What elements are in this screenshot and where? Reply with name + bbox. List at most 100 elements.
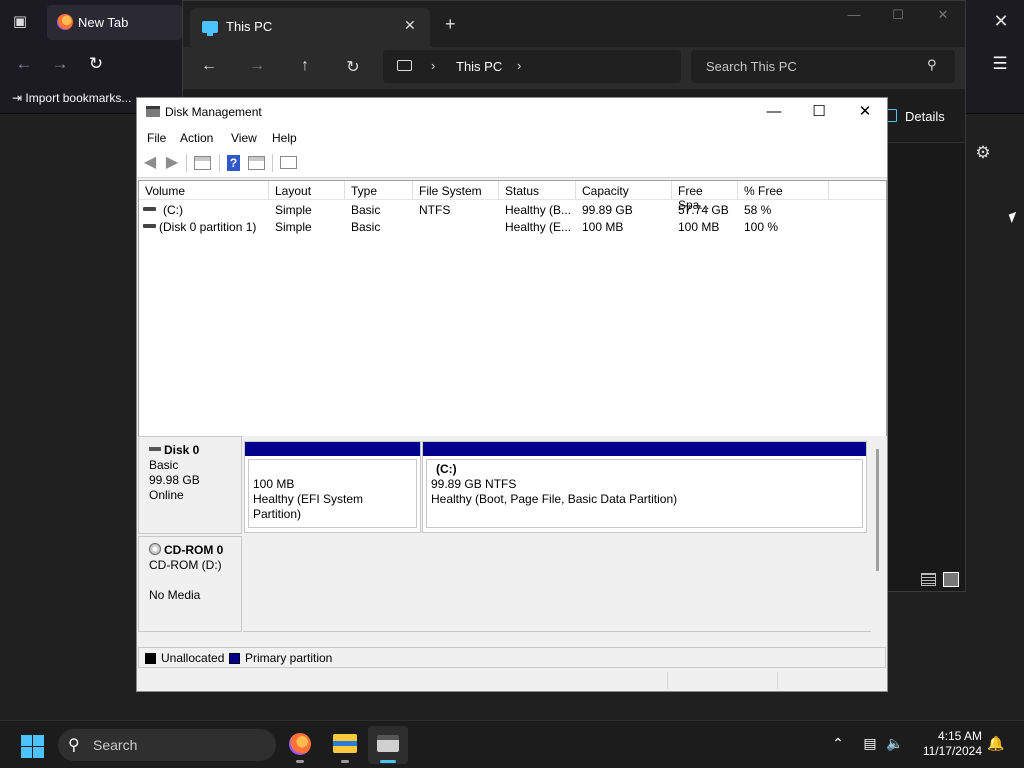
chevron-up-icon[interactable]: ⌃: [828, 735, 848, 752]
explorer-tab-this-pc[interactable]: This PC ✕: [190, 8, 430, 47]
new-tab-button[interactable]: +: [445, 14, 456, 35]
column-header-layout[interactable]: Layout: [269, 181, 345, 200]
legend-label-unallocated: Unallocated: [161, 651, 225, 665]
properties-icon[interactable]: [280, 156, 297, 169]
volume-capacity: 99.89 GB: [582, 203, 633, 217]
disk-management-title-bar: Disk Management — ☐ ✕: [137, 98, 887, 127]
taskbar-search[interactable]: ⚲ Search: [58, 729, 276, 761]
window-title: Disk Management: [165, 105, 262, 119]
mouse-cursor: [1008, 211, 1020, 224]
details-view-icon[interactable]: [921, 573, 936, 586]
disk-type: CD-ROM (D:): [149, 558, 222, 572]
clock-date: 11/17/2024: [922, 744, 982, 758]
toolbar: ◀ ▶ ?: [137, 149, 887, 178]
address-field[interactable]: › This PC ›: [383, 50, 681, 83]
menu-bar: File Action View Help: [137, 127, 887, 149]
partition-c[interactable]: (C:) 99.89 GB NTFS Healthy (Boot, Page F…: [422, 441, 867, 533]
status-divider: [667, 672, 668, 689]
drive-icon: [143, 224, 156, 228]
running-indicator: [380, 760, 396, 763]
disk-0-label[interactable]: Disk 0 Basic 99.98 GB Online: [138, 436, 242, 534]
large-icons-view-icon[interactable]: [943, 572, 959, 587]
chevron-right-icon[interactable]: ›: [517, 58, 521, 73]
volume-row[interactable]: (Disk 0 partition 1) Simple Basic Health…: [139, 218, 886, 235]
gear-icon[interactable]: ⚙: [972, 143, 994, 165]
refresh-icon[interactable]: ↻: [341, 57, 365, 79]
column-header-volume[interactable]: Volume: [139, 181, 269, 200]
vertical-scrollbar[interactable]: [876, 449, 879, 571]
maximize-icon[interactable]: ☐: [883, 7, 913, 27]
list-tabs-icon[interactable]: ▣: [8, 10, 32, 34]
search-input[interactable]: Search This PC ⚲: [691, 50, 955, 83]
forward-arrow-icon[interactable]: →: [245, 57, 269, 79]
taskbar-disk-management[interactable]: [368, 726, 408, 764]
menu-icon[interactable]: ☰: [988, 52, 1012, 76]
import-bookmarks-link[interactable]: ⇥ Import bookmarks...: [12, 91, 131, 105]
partition-size: 100 MB: [253, 477, 295, 491]
menu-file[interactable]: File: [147, 131, 166, 145]
partition-label: [253, 462, 412, 477]
disk-type: Basic: [149, 458, 179, 472]
windows-start-icon[interactable]: [21, 735, 44, 758]
cdrom-0-label[interactable]: CD-ROM 0 CD-ROM (D:) No Media: [138, 536, 242, 632]
folder-icon: [333, 734, 357, 753]
volume-status: Healthy (E...: [505, 220, 572, 234]
search-icon: ⚲: [927, 57, 937, 72]
details-button[interactable]: Details: [905, 109, 945, 124]
partition-details: (C:) 99.89 GB NTFS Healthy (Boot, Page F…: [426, 459, 863, 528]
taskbar-firefox[interactable]: [280, 726, 320, 764]
cd-rom-icon: [149, 543, 161, 555]
volume-list-header: Volume Layout Type File System Status Ca…: [139, 181, 886, 212]
menu-action[interactable]: Action: [180, 131, 213, 145]
column-header-free-space[interactable]: Free Spa...: [672, 181, 738, 212]
minimize-icon[interactable]: —: [839, 7, 869, 27]
firefox-tab-new-tab[interactable]: New Tab: [47, 5, 182, 40]
taskbar-file-explorer[interactable]: [325, 726, 365, 764]
firefox-close-button[interactable]: ✕: [988, 8, 1014, 34]
up-arrow-icon[interactable]: ↑: [293, 57, 317, 79]
volume-capacity: 100 MB: [582, 220, 624, 234]
partition-size: 99.89 GB NTFS: [431, 477, 517, 491]
cdrom-area: [243, 536, 871, 632]
back-arrow-icon[interactable]: ←: [197, 57, 221, 79]
show-hide-console-tree-icon[interactable]: [194, 156, 211, 170]
close-icon[interactable]: ✕: [928, 7, 958, 27]
volume-muted-icon[interactable]: 🔈: [885, 735, 905, 752]
back-arrow-icon[interactable]: ◀: [141, 155, 159, 171]
volume-file-system: NTFS: [419, 203, 451, 217]
menu-help[interactable]: Help: [272, 131, 297, 145]
reload-icon[interactable]: ↻: [84, 52, 108, 76]
legend: Unallocated Primary partition: [138, 647, 886, 668]
disk-management-window: Disk Management — ☐ ✕ File Action View H…: [136, 97, 888, 692]
import-bookmarks-label: Import bookmarks...: [25, 91, 132, 105]
system-clock[interactable]: 4:15 AM 11/17/2024: [912, 729, 982, 759]
forward-arrow-icon[interactable]: →: [48, 52, 72, 76]
maximize-button[interactable]: ☐: [796, 100, 842, 126]
volume-free-space: 57.74 GB: [678, 203, 729, 217]
back-arrow-icon[interactable]: ←: [12, 52, 36, 76]
volume-percent-free: 100 %: [744, 220, 779, 234]
partition-efi[interactable]: 100 MB Healthy (EFI System Partition): [244, 441, 421, 533]
explorer-title-bar: This PC ✕ + — ☐ ✕: [183, 1, 965, 47]
primary-partition-bar: [423, 442, 866, 456]
help-icon[interactable]: ?: [227, 155, 240, 171]
volume-row[interactable]: (C:) Simple Basic NTFS Healthy (B... 99.…: [139, 201, 886, 218]
running-indicator: [341, 760, 349, 763]
running-indicator: [296, 760, 304, 763]
disk-state: No Media: [149, 588, 201, 602]
network-icon[interactable]: ▤: [860, 735, 880, 752]
forward-arrow-icon[interactable]: ▶: [163, 155, 181, 171]
column-header-percent-free[interactable]: % Free: [738, 181, 829, 200]
computer-icon: [397, 60, 412, 71]
close-button[interactable]: ✕: [842, 100, 888, 126]
column-header-type[interactable]: Type: [345, 181, 413, 200]
close-tab-icon[interactable]: ✕: [404, 17, 416, 34]
column-header-capacity[interactable]: Capacity: [576, 181, 672, 200]
toolbar-separator: [219, 154, 220, 172]
minimize-button[interactable]: —: [751, 100, 797, 126]
show-hide-action-pane-icon[interactable]: [248, 156, 265, 170]
notification-bell-icon[interactable]: 🔔: [986, 735, 1006, 752]
menu-view[interactable]: View: [231, 131, 257, 145]
column-header-status[interactable]: Status: [499, 181, 576, 200]
column-header-file-system[interactable]: File System: [413, 181, 499, 200]
